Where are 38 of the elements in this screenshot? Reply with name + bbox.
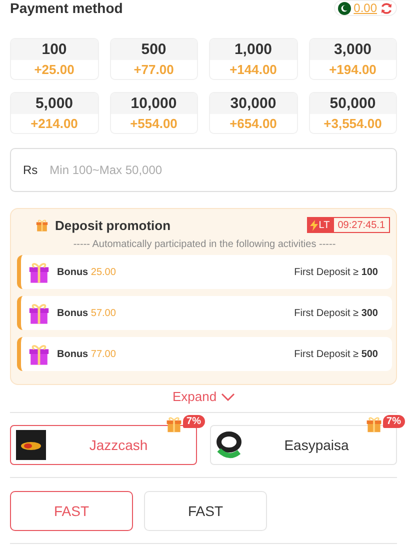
channel-button[interactable]: FAST [144,491,267,531]
gift-icon [27,342,51,366]
wallet-logo [16,430,46,460]
discount-badge: 7% [382,415,405,428]
payment-method[interactable]: Easypaisa [210,425,397,465]
amount-option[interactable]: 5,000 +214.00 [10,92,98,134]
amount-option[interactable]: 50,000 +3,554.00 [308,92,397,134]
bonus-label: Bonus 77.00 [57,348,116,360]
promotion-subtitle: ----- Automatically participated in the following activities ----- [72,239,337,250]
flag-icon [338,2,351,14]
amount-option[interactable]: 500 +77.00 [110,38,198,80]
deposit-condition: First Deposit ≥ 500 [294,348,378,360]
wallet-logo [216,430,242,460]
deposit-condition: First Deposit ≥ 100 [294,266,378,278]
refresh-icon[interactable] [380,2,393,14]
countdown-badge: LT 09:27:45.1 [306,217,390,233]
amount-option[interactable]: 1,000 +144.00 [209,38,298,80]
currency-label: Rs [23,163,38,177]
amount-option[interactable]: 3,000 +194.00 [308,38,397,80]
gift-icon [365,415,383,433]
amount-option[interactable]: 10,000 +554.00 [110,92,198,134]
bonus-label: Bonus 57.00 [57,308,116,318]
channel-button[interactable]: FAST [10,491,133,531]
deposit-condition: First Deposit ≥ 300 [294,308,378,318]
payment-method[interactable]: Jazzcash [10,425,197,465]
gift-icon [35,218,49,232]
amount-option[interactable]: 30,000 +654.00 [209,92,298,134]
bonus-label: Bonus 25.00 [57,266,116,278]
gift-icon [165,415,183,433]
amount-field[interactable]: Rs Min 100~Max 50,000 [10,148,397,192]
gift-icon [27,260,51,284]
chevron-down-icon [220,392,235,400]
discount-badge: 7% [182,415,205,428]
amount-option[interactable]: 100 +25.00 [10,38,98,80]
gift-icon [27,301,51,325]
promotion-title: Deposit promotion [55,218,171,232]
section-title: Payment method [10,0,123,16]
expand-button[interactable]: Expand [172,389,235,404]
